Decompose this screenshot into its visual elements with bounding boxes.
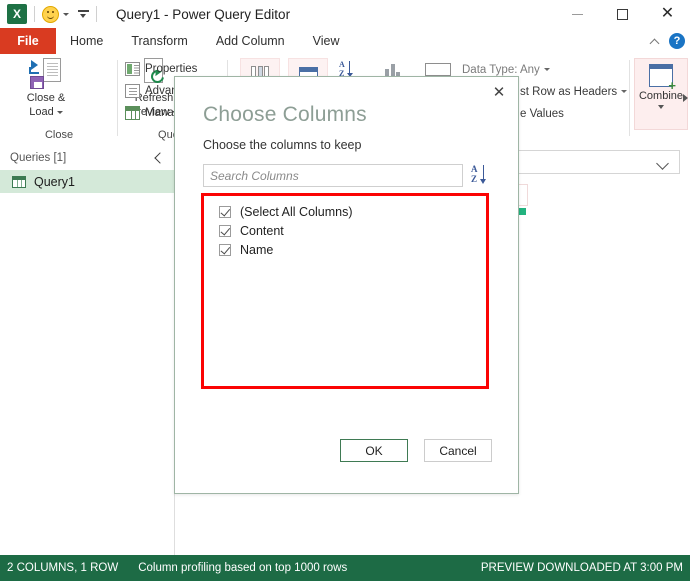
replace-values-label[interactable]: e Values <box>520 108 564 120</box>
down-arrow-shape <box>479 165 488 184</box>
table-icon <box>12 175 26 188</box>
close-and-load-label-1: Close & <box>26 92 66 104</box>
list-item[interactable]: Content <box>202 221 490 240</box>
minimize-button[interactable] <box>555 0 600 28</box>
list-item-label: (Select All Columns) <box>240 204 353 219</box>
letter-z: Z <box>471 174 478 184</box>
dialog-button-row: OK Cancel <box>175 439 520 462</box>
arrow-tail-shape <box>29 67 39 74</box>
list-item-label: Content <box>240 223 284 238</box>
use-first-row-dropdown-icon[interactable] <box>621 90 628 94</box>
status-bar: 2 COLUMNS, 1 ROW Column profiling based … <box>0 555 690 581</box>
combine-label: Combine <box>638 90 684 102</box>
collapse-queries-pane-icon[interactable] <box>153 151 165 165</box>
dialog-close-button[interactable]: ✕ <box>486 81 512 103</box>
window-controls: ✕ <box>555 0 690 28</box>
tab-file[interactable]: File <box>0 28 56 54</box>
data-type-icon <box>425 63 451 76</box>
ribbon-overflow-icon[interactable] <box>683 94 688 102</box>
header-bar-shape <box>299 68 317 72</box>
sort-columns-button[interactable]: A Z <box>470 163 492 188</box>
smiley-dropdown-chevron-icon[interactable] <box>63 12 69 16</box>
close-icon: ✕ <box>492 83 506 101</box>
combine-button[interactable]: Combine <box>634 58 688 130</box>
checkbox-content[interactable] <box>219 224 231 237</box>
chevron-down-icon[interactable] <box>657 159 669 167</box>
close-and-load-icon <box>29 58 63 90</box>
ribbon-divider-3 <box>629 60 630 136</box>
properties-label: Properties <box>145 63 198 75</box>
collapse-ribbon-chevron-icon[interactable] <box>650 36 660 46</box>
close-icon: ✕ <box>660 5 675 22</box>
queries-pane: Queries [1] Query1 <box>0 144 175 555</box>
properties-icon <box>125 62 140 76</box>
queries-list-item-label: Query1 <box>34 174 75 189</box>
status-column-profiling[interactable]: Column profiling based on top 1000 rows <box>138 562 347 574</box>
manage-icon <box>125 106 140 120</box>
choose-columns-dialog: ✕ Choose Columns Choose the columns to k… <box>174 76 519 494</box>
sort-a-to-z-icon: A Z <box>470 163 492 188</box>
close-and-load-dropdown-icon[interactable] <box>56 110 63 114</box>
ribbon-tab-strip: File Home Transform Add Column View ? <box>0 28 690 55</box>
queries-list-item-query1[interactable]: Query1 <box>0 170 174 193</box>
close-and-load-button[interactable]: Close & Load <box>18 58 74 118</box>
status-columns-rows: 2 COLUMNS, 1 ROW <box>7 562 119 574</box>
checkbox-name[interactable] <box>219 243 231 256</box>
window-title: Query1 - Power Query Editor <box>116 6 291 22</box>
minimize-icon <box>572 13 583 15</box>
data-type-dropdown-icon[interactable] <box>543 68 550 72</box>
advanced-editor-icon <box>125 84 140 98</box>
dialog-title: Choose Columns <box>203 103 367 126</box>
status-preview-downloaded: PREVIEW DOWNLOADED AT 3:00 PM <box>480 562 683 574</box>
customize-quick-access-toolbar-icon[interactable] <box>78 8 89 20</box>
properties-button[interactable]: Properties <box>125 62 197 76</box>
list-item[interactable]: (Select All Columns) <box>202 202 490 221</box>
title-bar: Query1 - Power Query Editor ✕ <box>0 0 690 28</box>
search-columns-input[interactable] <box>203 164 463 187</box>
maximize-button[interactable] <box>600 0 645 28</box>
close-button[interactable]: ✕ <box>645 0 690 28</box>
tab-transform[interactable]: Transform <box>117 28 202 54</box>
ok-button[interactable]: OK <box>340 439 408 462</box>
combine-icon <box>649 64 676 92</box>
ribbon-right-controls: ? <box>650 28 685 54</box>
columns-checkbox-list: (Select All Columns) Content Name <box>201 196 491 390</box>
combine-dropdown-icon[interactable] <box>658 105 664 109</box>
toolbar-divider <box>34 6 35 22</box>
close-and-load-label-2: Load <box>18 106 74 118</box>
list-item[interactable]: Name <box>202 240 490 259</box>
queries-pane-header: Queries [1] <box>10 152 67 164</box>
checkbox-select-all-columns[interactable] <box>219 205 231 218</box>
ribbon-group-close: Close & Load Close <box>0 54 118 144</box>
cancel-button[interactable]: Cancel <box>424 439 492 462</box>
tab-view[interactable]: View <box>299 28 354 54</box>
toolbar-divider-2 <box>96 6 97 22</box>
help-icon[interactable]: ? <box>669 33 685 49</box>
excel-app-icon <box>7 4 27 24</box>
list-item-label: Name <box>240 242 274 257</box>
data-type-label[interactable]: Data Type: Any <box>462 64 550 76</box>
smiley-face-icon[interactable] <box>42 5 59 23</box>
letter-a: A <box>471 164 478 174</box>
maximize-icon <box>617 8 628 20</box>
dialog-subtitle: Choose the columns to keep <box>203 138 362 152</box>
ribbon-group-close-label: Close <box>44 129 74 141</box>
save-disk-shape <box>30 76 44 89</box>
tab-home[interactable]: Home <box>56 28 118 54</box>
tab-add-column[interactable]: Add Column <box>202 28 299 54</box>
page-shape <box>43 58 61 82</box>
use-first-row-as-headers-label[interactable]: st Row as Headers <box>520 86 628 98</box>
